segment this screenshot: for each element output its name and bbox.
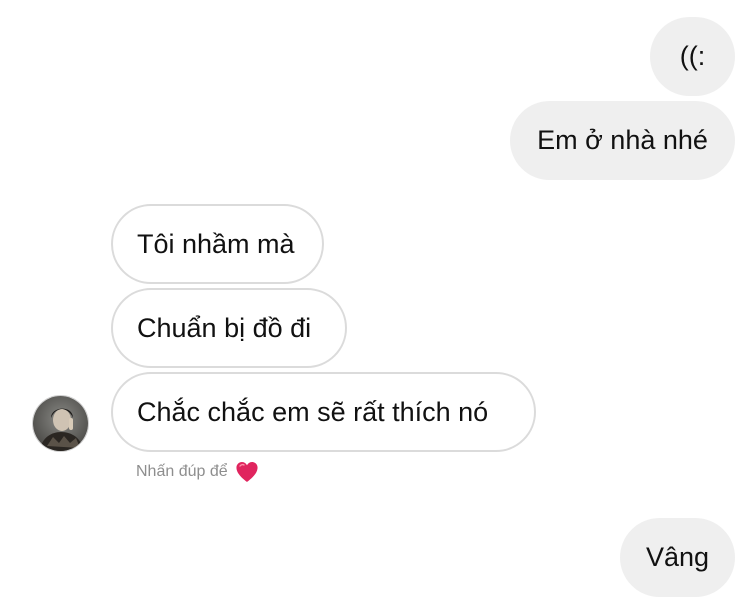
message-text: Vâng: [645, 542, 710, 572]
outgoing-message-bubble[interactable]: Em ở nhà nhé: [510, 101, 735, 180]
message-text: ((:: [679, 41, 706, 71]
incoming-message-bubble[interactable]: Chắc chắc em sẽ rất thích nó: [111, 372, 536, 452]
double-tap-hint: Nhấn đúp để: [136, 459, 259, 485]
avatar-image: [33, 396, 88, 451]
message-text: Em ở nhà nhé: [537, 125, 708, 155]
message-text: Chắc chắc em sẽ rất thích nó: [137, 396, 489, 427]
message-text: Tôi nhầm mà: [137, 228, 295, 259]
contact-avatar[interactable]: [32, 395, 89, 452]
message-text: Chuẩn bị đồ đi: [137, 312, 312, 343]
heart-icon: [235, 461, 259, 483]
incoming-message-bubble[interactable]: Chuẩn bị đồ đi: [111, 288, 347, 368]
outgoing-message-bubble[interactable]: Vâng: [620, 518, 735, 597]
incoming-message-bubble[interactable]: Tôi nhầm mà: [111, 204, 324, 284]
hint-text: Nhấn đúp để: [136, 463, 228, 480]
outgoing-message-bubble[interactable]: ((:: [650, 17, 735, 96]
